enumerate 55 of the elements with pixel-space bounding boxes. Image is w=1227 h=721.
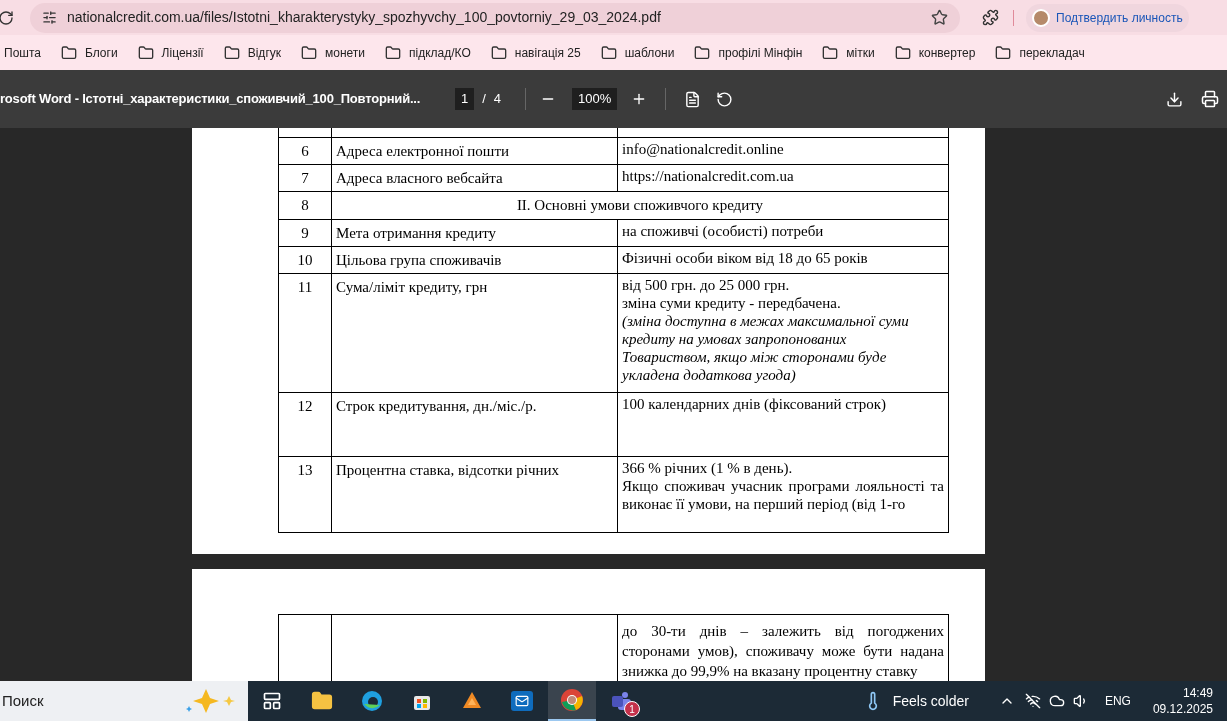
language-indicator[interactable]: ENG [1104,692,1131,710]
row-label: Мета отримання кредиту [336,225,497,241]
weather-text[interactable]: Feels colder [892,690,969,712]
bookmark-item[interactable]: перекладач [995,43,1085,62]
row-label: Цільова група споживачів [336,252,502,268]
page-separator: / [482,90,486,109]
row-value: https://nationalcredit.com.ua [622,167,794,185]
row-number: 7 [301,169,309,188]
row-number: 9 [301,224,309,243]
row-label: Строк кредитування, дн./міс./р. [336,398,537,414]
row-value: до 30-ти днів – залежить від погоджених сторонами умов), споживачу може бути надана знижка до 99,9% на вказану процентну ставку [622,622,944,681]
row-label: Адреса власного вебсайта [336,170,503,186]
row-value: зміна суми кредиту - передбачена. [622,294,841,312]
bookmark-item[interactable]: профілі Мінфін [694,43,803,62]
row-number: 12 [297,397,313,416]
row-value: Фізичні особи віком від 18 до 65 років [622,249,868,267]
row-label: Адреса електронної пошти [336,143,509,159]
row-value: від 500 грн. до 25 000 грн. [622,276,790,294]
row-note: (зміна доступна в межах максимальної суми кредиту на умовах запропонованих Товариством, якщо між сторонами буде укладена додаткова угода) [622,312,910,384]
url-text: nationalcredit.com.ua/files/Istotni_kharakterystyky_spozhyvchy_100_povtorniy_29_03_2024.pdf [67,8,662,27]
row-value: 366 % річних (1 % в день). [622,459,793,477]
row-label: Процентна ставка, відсотки річних [336,462,560,478]
row-label: Сума/ліміт кредиту, грн [336,279,488,295]
bookmark-item[interactable]: мітки [822,43,875,62]
row-value: Якщо споживач учасник програми лояльності та виконає її умови, на перший період (від 1-го [622,477,944,513]
bookmark-item[interactable]: Відгук [223,43,281,62]
zoom-field[interactable]: 100% [572,88,618,110]
clock-time[interactable]: 14:49 [1182,685,1213,701]
bookmark-item[interactable]: підклад/КО [385,43,471,62]
address-bar[interactable]: nationalcredit.com.ua/files/Istotni_kharakterystyky_spozhyvchy_100_povtorniy_29_03_2024.pdf [30,2,960,33]
bookmark-item[interactable]: Пошта [4,43,41,62]
bookmark-item[interactable]: монети [301,43,366,62]
row-number: 6 [301,142,309,161]
profile-button[interactable]: Подтвердить личность [1026,3,1189,32]
row-number: 11 [297,278,313,297]
row-value: на споживчі (особисті) потреби [622,222,824,240]
section-heading: II. Основні умови споживчого кредиту [516,196,764,215]
row-number: 13 [297,461,313,480]
bookmark-item[interactable]: навігація 25 [490,43,581,62]
row-value: 100 календарних днів (фіксований строк) [622,395,887,413]
search-field[interactable]: Поиск [0,681,248,721]
bookmark-item[interactable]: конвертер [894,43,976,62]
notification-badge: 1 [624,701,640,717]
row-number: 10 [297,251,313,270]
taskbar-app[interactable]: 1 [598,681,646,721]
search-placeholder: Поиск [2,690,44,711]
bookmark-item[interactable]: шаблони [600,43,675,62]
page-count: 4 [493,90,502,109]
clock-date[interactable]: 09.12.2025 [1152,701,1213,717]
page-number-field[interactable]: 1 [455,88,475,110]
bookmark-item[interactable]: Ліцензії [137,43,204,62]
document-title: rosoft Word - Істотні_характеристики_споживчий_100_Повторний... [0,90,422,109]
row-value: info@nationalcredit.online [622,140,784,158]
bookmark-item[interactable]: Блоги [60,43,118,62]
row-number: 8 [301,196,309,215]
